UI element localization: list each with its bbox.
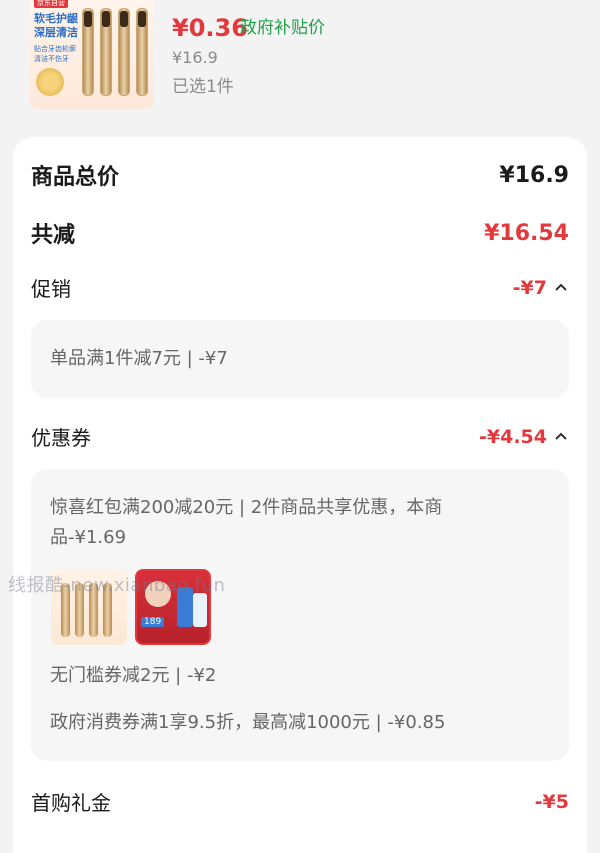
promo-amount: -¥7 [512, 276, 547, 299]
total-reduce-label: 共减 [31, 223, 76, 248]
subsidy-label: 政府补贴价 [240, 18, 325, 38]
subsidy-price: ¥0.36 [172, 14, 248, 42]
thumb-brand-badge: 京东自营 [34, 0, 68, 8]
coupon-label: 优惠券 [31, 426, 91, 450]
thumb-subtitle: 贴合牙齿轮廓 清洁不伤牙 [34, 45, 76, 63]
coupon-detail-3: 政府消费券满1享9.5折，最高减1000元 | -¥0.85 [50, 712, 446, 733]
promo-detail-box: 单品满1件减7元 | -¥7 [31, 320, 569, 398]
coupon-row[interactable]: 优惠券 -¥4.54 [31, 422, 569, 451]
original-price: ¥16.9 [172, 48, 218, 67]
bottle-image-2 [193, 593, 207, 627]
chevron-up-icon[interactable] [553, 429, 569, 445]
coupon-detail-2: 无门槛券减2元 | -¥2 [50, 665, 217, 686]
selected-count: 已选1件 [172, 77, 234, 97]
total-reduce-value: ¥16.54 [484, 220, 569, 246]
promo-row[interactable]: 促销 -¥7 [31, 273, 569, 302]
thumb-title: 软毛护龈 深层清洁 [34, 12, 78, 39]
promo-detail-text: 单品满1件减7元 | -¥7 [50, 348, 228, 369]
coupon-detail-1-line-2: 品-¥1.69 [50, 527, 127, 548]
person-image [145, 581, 171, 607]
total-price-label: 商品总价 [31, 165, 120, 190]
coupon-value[interactable]: -¥4.54 [479, 426, 569, 448]
coupon-amount: -¥4.54 [479, 425, 547, 448]
coupon-detail-1-line-1: 惊喜红包满200减20元 | 2件商品共享优惠，本商 [50, 497, 443, 518]
bottle-image [177, 587, 193, 627]
coupon-detail-1: 惊喜红包满200减20元 | 2件商品共享优惠，本商 品-¥1.69 [50, 493, 530, 553]
price-tag: 189 [141, 617, 165, 627]
product-header: 京东自营 软毛护龈 深层清洁 贴合牙齿轮廓 清洁不伤牙 ¥0.36 政府补贴价 … [0, 0, 600, 125]
coupon-item-thumb-toothbrush[interactable] [51, 569, 127, 645]
promo-label: 促销 [31, 277, 71, 301]
toothbrush-image [80, 8, 152, 100]
total-price-row: 商品总价 ¥16.9 [31, 159, 569, 191]
price-breakdown-card: 商品总价 ¥16.9 共减 ¥16.54 促销 -¥7 单品满1件减7元 | -… [13, 137, 587, 853]
first-purchase-gift-row: 首购礼金 -¥5 [31, 787, 569, 816]
gift-label: 首购礼金 [31, 791, 111, 815]
promo-value[interactable]: -¥7 [513, 277, 569, 299]
total-reduce-row: 共减 ¥16.54 [31, 217, 569, 249]
product-thumbnail[interactable]: 京东自营 软毛护龈 深层清洁 贴合牙齿轮廓 清洁不伤牙 [30, 0, 154, 109]
gift-value: -¥5 [534, 790, 569, 813]
quality-seal-icon [36, 68, 64, 96]
chevron-up-icon[interactable] [553, 280, 569, 296]
total-price-value: ¥16.9 [499, 162, 569, 188]
coupon-detail-box: 惊喜红包满200减20元 | 2件商品共享优惠，本商 品-¥1.69 189 无… [31, 469, 569, 761]
coupon-item-thumb-skincare[interactable]: 189 [135, 569, 211, 645]
